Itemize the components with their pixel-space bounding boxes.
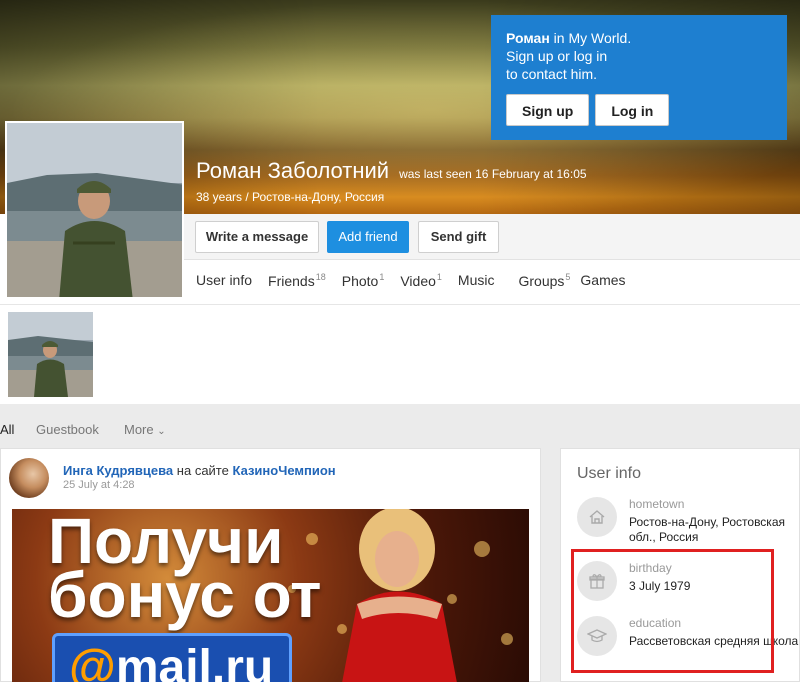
filter-guestbook[interactable]: Guestbook xyxy=(36,422,99,437)
filter-all[interactable]: All xyxy=(0,422,14,437)
tab-label: Games xyxy=(580,272,626,288)
user-info-title: User info xyxy=(577,465,642,482)
filter-more-label: More xyxy=(124,422,154,437)
filter-more[interactable]: More ⌄ xyxy=(124,422,166,437)
tab-count: 1 xyxy=(379,272,385,282)
tab-games[interactable]: Games xyxy=(580,272,625,289)
profile-tabs: User info Friends18 Photo1 Video1 Music … xyxy=(196,272,642,289)
tab-label: Music xyxy=(457,272,495,288)
post-author-avatar[interactable] xyxy=(9,458,49,498)
tab-label: Photo xyxy=(341,273,379,289)
mailru-logo: @mail.ru xyxy=(52,633,292,682)
send-gift-button[interactable]: Send gift xyxy=(418,221,499,253)
post-on-site: на сайте xyxy=(176,463,229,478)
photo-thumbnail[interactable] xyxy=(8,312,93,397)
tab-photo[interactable]: Photo1 xyxy=(342,272,385,289)
tab-count: 18 xyxy=(315,272,326,282)
tab-label: Friends xyxy=(268,273,315,289)
post-banner-image[interactable]: Получи бонус от @mail.ru xyxy=(12,509,529,682)
home-icon xyxy=(577,497,617,537)
tab-groups[interactable]: Groups5 xyxy=(518,272,570,289)
tab-label: Video xyxy=(400,273,436,289)
tab-count: 5 xyxy=(565,272,571,282)
tab-user-info[interactable]: User info xyxy=(196,272,252,289)
profile-subtitle: 38 years / Ростов-на-Дону, Россия xyxy=(196,190,385,204)
tab-count: 1 xyxy=(436,272,442,282)
login-button[interactable]: Log in xyxy=(595,94,670,126)
login-prompt: Роман in My World. Sign up or log in to … xyxy=(491,15,787,140)
feed-post: Инга Кудрявцева на сайте КазиноЧемпион 2… xyxy=(0,448,541,682)
write-message-button[interactable]: Write a message xyxy=(195,221,319,253)
post-header: Инга Кудрявцева на сайте КазиноЧемпион xyxy=(63,463,336,478)
login-prompt-line3: to contact him. xyxy=(506,66,598,82)
info-label: hometown xyxy=(629,497,685,511)
mailru-at: @ xyxy=(69,641,116,682)
tab-label: Groups xyxy=(518,273,565,289)
signup-button[interactable]: Sign up xyxy=(506,94,590,126)
highlight-box xyxy=(571,549,774,673)
post-site-link[interactable]: КазиноЧемпион xyxy=(232,463,335,478)
post-timestamp: 25 July at 4:28 xyxy=(63,479,135,491)
login-prompt-text: in My World. xyxy=(549,30,632,46)
login-prompt-name: Роман xyxy=(506,30,550,46)
info-value: Ростов-на-Дону, Ростовская обл., Россия xyxy=(629,515,785,544)
feed-filter: All Guestbook More ⌄ xyxy=(0,404,800,448)
divider xyxy=(0,304,800,305)
login-prompt-line2: Sign up or log in xyxy=(506,48,608,64)
tab-label: User info xyxy=(196,272,253,288)
actions-bar: Write a message Add friend Send gift xyxy=(184,214,800,260)
profile-name: Роман Заболотний xyxy=(196,158,390,183)
tab-video[interactable]: Video1 xyxy=(400,272,442,289)
post-author-link[interactable]: Инга Кудрявцева xyxy=(63,463,173,478)
last-seen: was last seen 16 February at 16:05 xyxy=(399,167,587,181)
tab-music[interactable]: Music xyxy=(458,272,495,289)
tab-friends[interactable]: Friends18 xyxy=(268,272,326,289)
add-friend-button[interactable]: Add friend xyxy=(327,221,409,253)
banner-headline-2: бонус от xyxy=(48,559,322,631)
chevron-down-icon: ⌄ xyxy=(157,426,166,437)
mailru-text: mail.ru xyxy=(115,641,274,682)
profile-header: Роман Заболотний was last seen 16 Februa… xyxy=(196,158,587,204)
profile-avatar[interactable] xyxy=(5,121,184,299)
